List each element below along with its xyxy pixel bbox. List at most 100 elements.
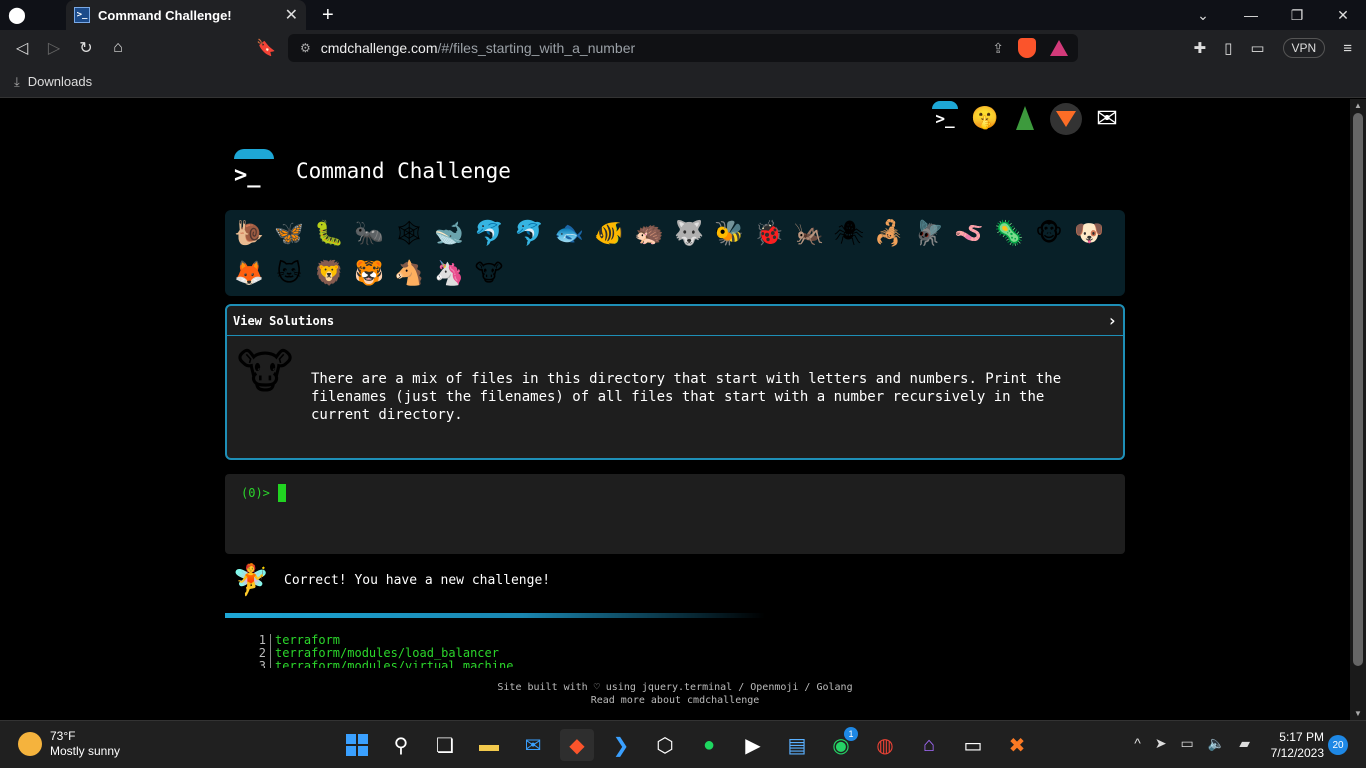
reload-button[interactable]: ↻: [70, 32, 102, 64]
challenge-animal-icon[interactable]: 🕷: [829, 213, 869, 253]
tab-title: Command Challenge!: [98, 7, 232, 23]
bookmark-icon[interactable]: 🔖: [250, 32, 282, 64]
challenge-animal-icon[interactable]: 🦊: [229, 253, 269, 293]
page-scrollbar[interactable]: ▲ ▼: [1350, 99, 1366, 720]
view-solutions-label: View Solutions: [233, 313, 335, 328]
chrome-icon[interactable]: ◍: [868, 729, 902, 761]
close-tab-icon[interactable]: ✕: [285, 5, 298, 25]
tab-search-chevron-icon[interactable]: ⌄: [1188, 0, 1218, 30]
site-info-icon[interactable]: ⚙: [300, 41, 311, 55]
challenge-animal-icon[interactable]: 🦋: [269, 213, 309, 253]
notification-count[interactable]: 20: [1328, 735, 1348, 755]
challenge-animal-icon[interactable]: 🦗: [789, 213, 829, 253]
challenge-animal-icon[interactable]: 🐞: [749, 213, 789, 253]
challenge-animal-icon[interactable]: 🐜: [349, 213, 389, 253]
challenge-animal-icon[interactable]: 🐬: [509, 213, 549, 253]
close-window-button[interactable]: ✕: [1320, 0, 1366, 30]
spotify-icon[interactable]: ●: [692, 729, 726, 761]
tree-icon[interactable]: [1010, 103, 1040, 133]
vscode-icon[interactable]: ❯: [604, 729, 638, 761]
brave-app-icon[interactable]: ◆: [560, 729, 594, 761]
challenge-animal-icon[interactable]: 🐮: [469, 253, 509, 293]
scroll-up-icon[interactable]: ▲: [1354, 101, 1362, 110]
gitlab-icon[interactable]: [1050, 103, 1082, 135]
result-message: 🧚 Correct! You have a new challenge!: [232, 563, 550, 598]
challenge-animal-icon[interactable]: 🐺: [669, 213, 709, 253]
challenge-animal-icon[interactable]: 🐴: [389, 253, 429, 293]
challenge-animal-icon[interactable]: 🕸: [389, 213, 429, 253]
back-button[interactable]: ◁: [6, 32, 38, 64]
start-button[interactable]: [340, 729, 374, 761]
volume-icon[interactable]: 🔈: [1208, 735, 1225, 752]
challenge-animal-icon[interactable]: 🐱: [269, 253, 309, 293]
new-tab-button[interactable]: +: [322, 4, 334, 27]
scrollbar-thumb[interactable]: [1353, 113, 1363, 666]
output-line: 3 terraform/modules/virtual_machine: [255, 660, 513, 668]
vpn-button[interactable]: VPN: [1282, 38, 1326, 58]
task-view-icon[interactable]: ❏: [428, 729, 462, 761]
display-icon[interactable]: ▭: [1181, 735, 1194, 752]
challenge-animal-icon[interactable]: 🐟: [549, 213, 589, 253]
show-hidden-icons-icon[interactable]: ^: [1134, 735, 1141, 752]
chevron-right-icon[interactable]: ›: [1107, 311, 1117, 330]
challenge-animal-icon[interactable]: 🦄: [429, 253, 469, 293]
search-icon[interactable]: ⚲: [384, 729, 418, 761]
github-tab-icon[interactable]: ⬤: [0, 0, 34, 30]
challenge-animal-icon[interactable]: 🐯: [349, 253, 389, 293]
challenge-animal-icon[interactable]: 🦠: [989, 213, 1029, 253]
menu-icon[interactable]: ≡: [1343, 40, 1352, 57]
notepad-icon[interactable]: ▤: [780, 729, 814, 761]
challenge-animal-icon[interactable]: 🐛: [309, 213, 349, 253]
bookmark-downloads[interactable]: Downloads: [28, 74, 92, 89]
challenge-animal-icon[interactable]: 🦔: [629, 213, 669, 253]
challenge-animal-icon[interactable]: 🐋: [429, 213, 469, 253]
battery-icon[interactable]: ▰: [1239, 735, 1250, 752]
challenge-animal-icon[interactable]: 🐵: [1029, 213, 1069, 253]
challenge-animal-icon[interactable]: 🐌: [229, 213, 269, 253]
challenge-animal-icon[interactable]: 🐬: [469, 213, 509, 253]
challenge-animal-icon[interactable]: 🐠: [589, 213, 629, 253]
wallet-icon[interactable]: ▭: [1250, 39, 1264, 57]
view-solutions-bar[interactable]: View Solutions ›: [227, 306, 1123, 336]
challenge-animal-icon[interactable]: 🐶: [1069, 213, 1109, 253]
mail-app-icon[interactable]: ✉: [516, 729, 550, 761]
page-title: Command Challenge: [296, 159, 511, 183]
footer-read-more-link[interactable]: Read more about cmdchallenge: [0, 694, 1350, 707]
share-icon[interactable]: ⇪: [992, 40, 1004, 57]
location-icon[interactable]: ➤: [1155, 735, 1167, 752]
sidebar-icon[interactable]: ▯: [1224, 39, 1232, 57]
address-bar[interactable]: ⚙ cmdchallenge.com/#/files_starting_with…: [288, 34, 1078, 62]
maximize-button[interactable]: ❐: [1274, 0, 1320, 30]
media-player-icon[interactable]: ▶: [736, 729, 770, 761]
pre-app-icon[interactable]: ⌂: [912, 729, 946, 761]
file-explorer-icon[interactable]: ▬: [472, 729, 506, 761]
challenge-animal-icon[interactable]: 🦂: [869, 213, 909, 253]
whatsapp-badge: 1: [844, 727, 858, 741]
terminal-input[interactable]: (0)>: [225, 474, 1125, 554]
challenge-description: There are a mix of files in this directo…: [311, 371, 1062, 423]
minimize-button[interactable]: —: [1228, 0, 1274, 30]
tab-command-challenge[interactable]: >_ Command Challenge! ✕: [66, 0, 306, 30]
challenge-animal-icon[interactable]: 🦁: [309, 253, 349, 293]
download-icon: ⤓: [14, 73, 20, 89]
terminal-app-icon[interactable]: ▭: [956, 729, 990, 761]
virtualbox-icon[interactable]: ⬡: [648, 729, 682, 761]
output-text: terraform/modules/virtual_machine: [275, 659, 514, 669]
forward-button[interactable]: ▷: [38, 32, 70, 64]
clock[interactable]: 5:17 PM 7/12/2023: [1271, 729, 1324, 761]
weather-widget[interactable]: 73°F Mostly sunny: [18, 729, 120, 759]
scroll-down-icon[interactable]: ▼: [1354, 709, 1362, 718]
challenge-animal-icon[interactable]: 🪰: [909, 213, 949, 253]
cmdchallenge-link-icon[interactable]: >_: [930, 101, 960, 133]
footer-credits: Site built with ♡ using jquery.terminal …: [497, 682, 853, 693]
extensions-icon[interactable]: ✚: [1194, 39, 1207, 57]
brave-rewards-icon[interactable]: [1050, 40, 1068, 56]
brave-shields-icon[interactable]: [1018, 38, 1036, 58]
challenge-animal-icon[interactable]: 🐝: [709, 213, 749, 253]
challenge-animal-icon[interactable]: 🪱: [949, 213, 989, 253]
shush-face-icon[interactable]: 🤫: [970, 103, 1000, 133]
xampp-icon[interactable]: ✖: [1000, 729, 1034, 761]
mail-icon[interactable]: ✉: [1092, 103, 1122, 133]
home-button[interactable]: ⌂: [102, 32, 134, 64]
whatsapp-icon[interactable]: ◉ 1: [824, 727, 858, 761]
